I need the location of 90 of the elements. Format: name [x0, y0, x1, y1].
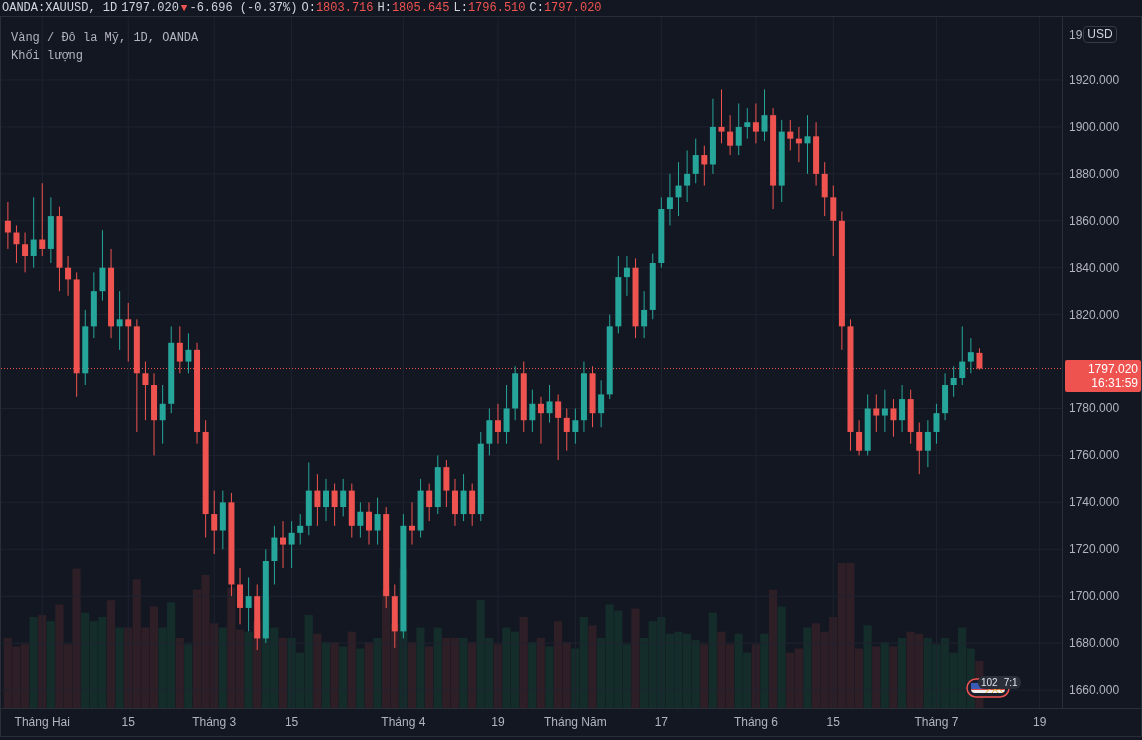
candle [443, 459, 450, 508]
time-tick-label: Tháng Năm [544, 715, 607, 729]
price-tick-label: 1900.000 [1069, 119, 1120, 134]
candle [452, 478, 458, 527]
ohlc-value: 1797.020 [543, 0, 602, 16]
candle [675, 161, 682, 217]
candle [409, 501, 415, 546]
candle [366, 501, 372, 546]
volume-bar [450, 638, 459, 708]
time-tick-label: Tháng 3 [192, 715, 237, 729]
event-count: 102 [981, 676, 998, 689]
time-tick-label: 19 [1032, 715, 1047, 729]
event-time: 7:1 [1003, 676, 1018, 689]
candle [761, 88, 768, 142]
time-tick-label: 15 [826, 715, 840, 729]
legend-label: Vàng / Đô la Mỹ, 1D, OANDA [11, 30, 199, 47]
volume-bar [330, 642, 339, 708]
volume-bar [872, 646, 881, 708]
ohlc-value: 1805.645 [391, 0, 450, 16]
candle [976, 347, 983, 371]
price-tick-label: 1660.000 [1069, 683, 1120, 698]
time-tick-label: Tháng Hai [14, 715, 70, 729]
volume-bar [493, 644, 502, 708]
volume-bar [536, 638, 545, 708]
candle [357, 501, 364, 539]
price-tick-label: 19 [1069, 27, 1083, 42]
time-tick-label: 15 [121, 715, 135, 729]
price-tick-label: 1840.000 [1069, 260, 1120, 275]
change-arrow: ▼ [180, 1, 188, 16]
ohlc-value: 1796.510 [467, 0, 526, 16]
price-tick-label: 1720.000 [1069, 542, 1120, 557]
price-tick-label: 1880.000 [1069, 166, 1120, 181]
price-tick-label: 1820.000 [1069, 307, 1120, 322]
volume-bar [794, 648, 803, 708]
volume-bar [425, 646, 434, 708]
volume-bar [364, 642, 373, 708]
volume-bar [20, 644, 30, 708]
candle [718, 88, 725, 144]
candle [142, 361, 149, 421]
volume-bar [562, 642, 571, 708]
volume-bar [889, 646, 898, 708]
price-tick-label: 1860.000 [1069, 213, 1120, 228]
time-tick-label: Tháng 7 [914, 715, 959, 729]
price-tick-label: 1740.000 [1069, 495, 1120, 510]
price-tick-label: 1780.000 [1069, 401, 1120, 416]
candle [13, 224, 20, 264]
time-tick-label: Tháng 6 [733, 715, 778, 729]
candle [4, 201, 11, 250]
ohlc-value: 1803.716 [315, 0, 374, 16]
volume-bar [3, 638, 12, 708]
ohlc-label: H: [377, 0, 392, 16]
ohlc-label: O: [301, 0, 316, 16]
candle [314, 473, 321, 527]
ohlc-label: C: [529, 0, 544, 16]
volume-bar [278, 638, 287, 708]
candle [271, 525, 278, 585]
price-tick-label: 1760.000 [1069, 448, 1120, 463]
candle [503, 384, 510, 445]
volume-bar [751, 644, 760, 708]
candle [546, 384, 553, 424]
current-price: 1797.020 [1087, 361, 1138, 376]
volume-bar [12, 646, 21, 708]
countdown-timer: 16:31:59 [1091, 375, 1138, 390]
volume-bar [442, 638, 451, 708]
time-tick-label: Tháng 4 [381, 715, 426, 729]
candle [288, 520, 295, 569]
candle [323, 478, 329, 522]
time-tick-label: 15 [284, 715, 299, 729]
time-tick-label: 19 [491, 715, 505, 729]
candle [804, 114, 811, 175]
ohlc-label: L: [453, 0, 468, 16]
currency-button[interactable]: USD [1083, 26, 1117, 43]
candle [933, 403, 940, 445]
candle [589, 365, 596, 428]
volume-bar [725, 644, 735, 708]
legend-label: Khối lượng [11, 48, 84, 65]
last-price: 1797.020 [121, 0, 179, 16]
candle [280, 520, 286, 569]
price-change: -6.696 (-0.37%) [189, 0, 298, 16]
candle [417, 478, 424, 539]
price-tick-label: 1920.000 [1069, 73, 1120, 87]
candle [374, 497, 381, 546]
time-tick-label: 17 [654, 715, 668, 729]
candle [890, 398, 897, 438]
candle [331, 483, 338, 527]
candle [460, 473, 467, 522]
price-tick-label: 1700.000 [1069, 589, 1120, 604]
candle [185, 332, 192, 374]
symbol-label: OANDA:XAUUSD, 1D [2, 0, 118, 16]
price-tick-label: 1680.000 [1069, 636, 1120, 651]
